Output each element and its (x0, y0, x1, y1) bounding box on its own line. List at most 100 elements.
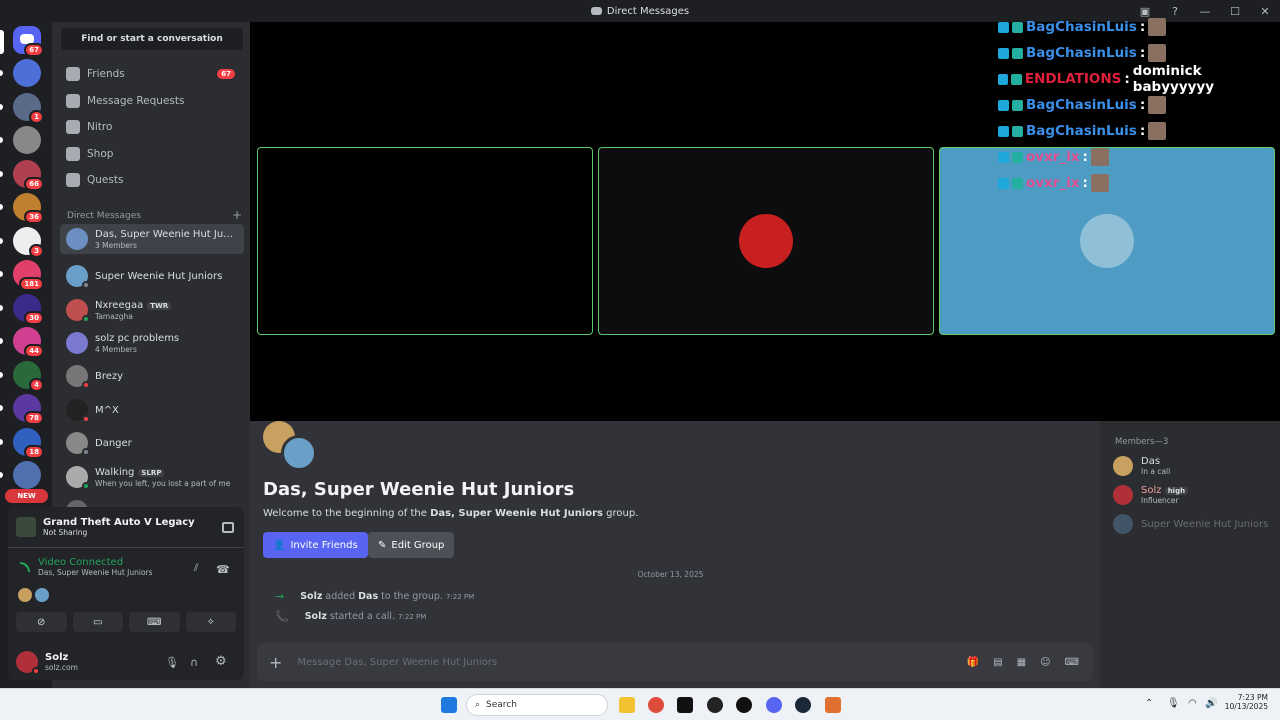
noise-suppression-icon[interactable]: ⫽ (194, 563, 198, 574)
chat-badge-icon (998, 99, 1009, 111)
windows-start-icon[interactable] (441, 697, 457, 713)
unread-dot (0, 304, 3, 311)
gift-icon[interactable]: 🎁 (967, 657, 979, 668)
app-icon[interactable] (825, 697, 841, 713)
soundboard-button[interactable]: ✧ (185, 612, 236, 632)
nav-nitro[interactable]: Nitro (61, 115, 243, 139)
sticker-icon[interactable]: ▦ (1017, 657, 1026, 668)
member-item[interactable]: Das In a call (1113, 456, 1170, 476)
server-icon[interactable] (13, 59, 41, 87)
avatar (66, 265, 90, 289)
user-panel[interactable]: Solz solz.com (16, 651, 78, 675)
activities-button[interactable]: ⌨ (129, 612, 180, 632)
server-icon[interactable]: 78 (13, 394, 44, 425)
event-actor[interactable]: Solz (300, 591, 322, 602)
dm-item[interactable]: Das, Super Weenie Hut Juni... 3 Members (60, 224, 244, 254)
create-dm-button[interactable]: + (232, 209, 242, 221)
unread-dot (0, 137, 3, 143)
disconnect-icon[interactable]: ☎ (216, 563, 230, 576)
avatar[interactable] (18, 588, 32, 602)
server-icon[interactable]: 66 (13, 159, 44, 191)
dm-name: Das, Super Weenie Hut Juni... (95, 228, 235, 240)
shop-icon (66, 146, 80, 161)
app-icon[interactable] (736, 697, 752, 713)
home-button[interactable]: 67 (13, 26, 44, 57)
volume-icon[interactable]: 🔊 (1205, 698, 1217, 709)
taskbar-search[interactable]: ⌕ Search (466, 694, 608, 716)
dm-item[interactable]: Walking SLRP When you left, you lost a par… (60, 462, 244, 492)
video-tile[interactable] (257, 147, 593, 335)
status-dot (82, 381, 90, 389)
mic-tray-icon[interactable]: 🎙 (1167, 698, 1180, 709)
server-icon[interactable]: 18 (13, 427, 44, 459)
chevron-up-icon[interactable]: ⌃ (1145, 698, 1153, 709)
share-screen-icon[interactable] (222, 522, 234, 533)
home-badge: 67 (24, 43, 44, 57)
server-icon[interactable] (13, 461, 41, 489)
dm-name: Super Weenie Hut Juniors (95, 270, 223, 282)
dm-item[interactable]: Nxreegaa TWR Tamazgha (60, 295, 244, 325)
member-item[interactable]: Super Weenie Hut Juniors (1113, 514, 1268, 534)
dm-item[interactable]: Super Weenie Hut Juniors (60, 261, 244, 291)
chat-user: ovxr_ix (1026, 175, 1080, 191)
server-icon[interactable]: 44 (13, 327, 44, 358)
nitro-icon (66, 120, 80, 134)
video-tile[interactable] (598, 147, 934, 335)
invite-friends-button[interactable]: 👤 Invite Friends (263, 532, 368, 558)
message-input[interactable]: Message Das, Super Weenie Hut Juniors (297, 657, 497, 668)
server-icon[interactable]: 36 (13, 193, 44, 224)
chat-emote-icon (1148, 44, 1167, 62)
dm-subtitle: When you left, you lost a part of me (95, 478, 231, 488)
app-icon[interactable] (707, 697, 723, 713)
event-target[interactable]: Das (358, 591, 378, 602)
audio-app-icon[interactable] (677, 697, 693, 713)
clock[interactable]: 7:23 PM 10/13/2025 (1222, 693, 1268, 711)
edit-group-button[interactable]: ✎ Edit Group (368, 532, 455, 558)
dm-item[interactable]: M^X (60, 395, 244, 425)
server-icon[interactable] (13, 126, 41, 154)
server-icon[interactable]: 3 (13, 226, 44, 258)
nav-shop[interactable]: Shop (61, 142, 243, 166)
server-badge: 18 (24, 444, 44, 459)
camera-off-button[interactable]: ⊘ (16, 612, 67, 632)
wifi-icon[interactable]: ◠ (1188, 698, 1197, 709)
dm-item[interactable]: solz pc problems 4 Members (60, 328, 244, 358)
user-avatar[interactable] (16, 651, 40, 675)
steam-icon[interactable] (795, 697, 811, 713)
chrome-icon[interactable] (648, 697, 664, 713)
nav-friends[interactable]: Friends 67 (61, 62, 243, 86)
screen-share-button[interactable]: ▭ (72, 612, 123, 632)
dm-item[interactable]: Danger (60, 428, 244, 458)
voice-channel[interactable]: Das, Super Weenie Hut Juniors (38, 568, 153, 577)
event-actor[interactable]: Solz (305, 611, 327, 622)
attach-plus-icon[interactable]: + (269, 653, 282, 672)
clock-time: 7:23 PM (1237, 693, 1268, 702)
file-explorer-icon[interactable] (619, 697, 635, 713)
selected-pill (0, 30, 4, 54)
gif-icon[interactable]: ▤ (993, 657, 1002, 668)
find-conversation-button[interactable]: Find or start a conversation (61, 28, 243, 50)
avatar[interactable] (35, 588, 49, 602)
stream-chat-line: ENDLATIONS: dominick babyyyyyy (998, 63, 1280, 95)
server-icon[interactable]: 1 (13, 92, 44, 124)
apps-icon[interactable]: ⌨ (1065, 657, 1079, 668)
voice-status-label[interactable]: Video Connected (38, 557, 153, 568)
server-icon[interactable]: 4 (13, 360, 44, 392)
chat-text: dominick babyyyyyy (1132, 63, 1215, 95)
mic-icon[interactable]: 🎙 (165, 656, 179, 669)
member-item[interactable]: Solz high Influencer (1113, 485, 1189, 505)
friends-icon (66, 67, 80, 81)
dm-item[interactable]: Brezy (60, 361, 244, 391)
server-icon[interactable]: 181 (13, 260, 44, 291)
settings-icon[interactable]: ⚙ (215, 654, 227, 669)
unread-dot (0, 472, 3, 478)
nav-message-requests[interactable]: Message Requests (61, 89, 243, 113)
nav-quests[interactable]: Quests (61, 168, 243, 192)
server-icon[interactable]: 30 (13, 293, 44, 325)
user-name: Solz (45, 652, 69, 663)
discord-taskbar-icon[interactable] (766, 697, 782, 713)
emoji-icon[interactable]: ☺ (1040, 657, 1050, 668)
add-user-icon: 👤 (273, 539, 286, 551)
headphones-icon[interactable]: ∩ (190, 656, 198, 669)
chat-badge-icon (998, 151, 1009, 163)
